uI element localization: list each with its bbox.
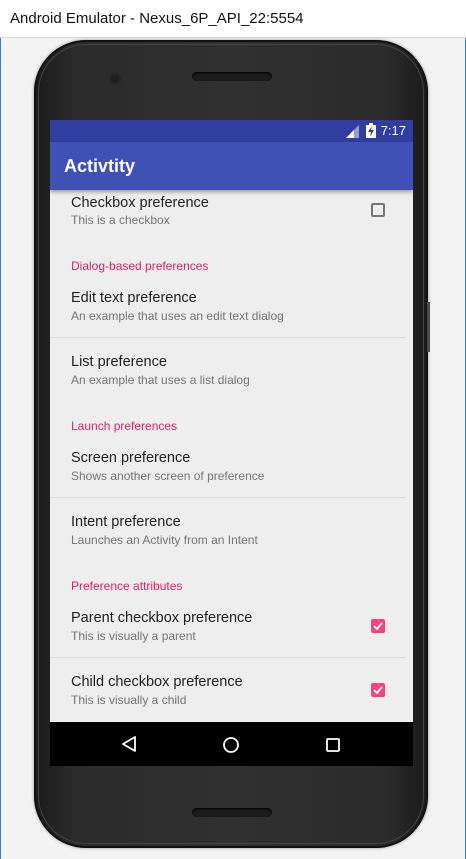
pref-summary: Shows another screen of preference — [71, 469, 265, 483]
pref-title: Intent preference — [71, 514, 181, 530]
pref-checkbox[interactable]: Checkbox preference This is a checkbox — [50, 190, 413, 240]
pref-title: Child checkbox preference — [71, 674, 243, 690]
device-screen: 7:17 Activtity Checkbox preference This … — [50, 120, 413, 766]
recents-square-icon[interactable] — [326, 738, 340, 752]
status-bar: 7:17 — [50, 120, 413, 142]
emulator-window-title: Android Emulator - Nexus_6P_API_22:5554 — [0, 0, 466, 38]
top-speaker-grille — [192, 72, 272, 81]
pref-title: Edit text preference — [71, 290, 197, 306]
checkbox-unchecked[interactable] — [371, 203, 385, 217]
pref-title: Screen preference — [71, 450, 191, 466]
category-launch: Launch preferences — [71, 419, 178, 433]
divider — [50, 337, 406, 338]
divider — [50, 657, 406, 658]
check-icon — [373, 686, 383, 695]
pref-title: Parent checkbox preference — [71, 610, 253, 626]
pref-screen[interactable]: Screen preference Shows another screen o… — [50, 438, 413, 498]
pref-list[interactable]: List preference An example that uses a l… — [50, 342, 413, 402]
pref-summary: Launches an Activity from an Intent — [71, 533, 258, 547]
pref-edit-text[interactable]: Edit text preference An example that use… — [50, 278, 413, 338]
pref-title: Checkbox preference — [71, 195, 209, 211]
divider — [50, 497, 406, 498]
bottom-speaker-grille — [192, 808, 272, 817]
signal-icon — [346, 125, 359, 138]
pref-intent[interactable]: Intent preference Launches an Activity f… — [50, 502, 413, 562]
pref-child-checkbox[interactable]: Child checkbox preference This is visual… — [50, 662, 413, 722]
battery-charging-icon — [366, 123, 376, 138]
navigation-bar — [50, 722, 413, 766]
checkbox-checked[interactable] — [371, 683, 385, 697]
front-camera — [111, 75, 119, 83]
category-dialog-based: Dialog-based preferences — [71, 259, 209, 273]
pref-summary: An example that uses a list dialog — [71, 373, 250, 387]
pref-summary: This is a checkbox — [71, 213, 170, 227]
pref-summary: This is visually a parent — [71, 629, 196, 643]
status-time: 7:17 — [380, 123, 406, 138]
app-title: Activtity — [64, 156, 136, 176]
pref-summary: This is visually a child — [71, 693, 187, 707]
home-circle-icon[interactable] — [222, 736, 240, 754]
pref-parent-checkbox[interactable]: Parent checkbox preference This is visua… — [50, 598, 413, 658]
back-triangle-icon[interactable] — [121, 736, 137, 752]
power-button[interactable] — [427, 302, 430, 352]
pref-title: List preference — [71, 354, 167, 370]
checkbox-checked[interactable] — [371, 619, 385, 633]
app-bar: Activtity — [50, 142, 413, 190]
pref-summary: An example that uses an edit text dialog — [71, 309, 284, 323]
category-preference-attributes: Preference attributes — [71, 579, 183, 593]
check-icon — [373, 622, 383, 631]
preference-list[interactable]: Checkbox preference This is a checkbox D… — [50, 190, 413, 722]
